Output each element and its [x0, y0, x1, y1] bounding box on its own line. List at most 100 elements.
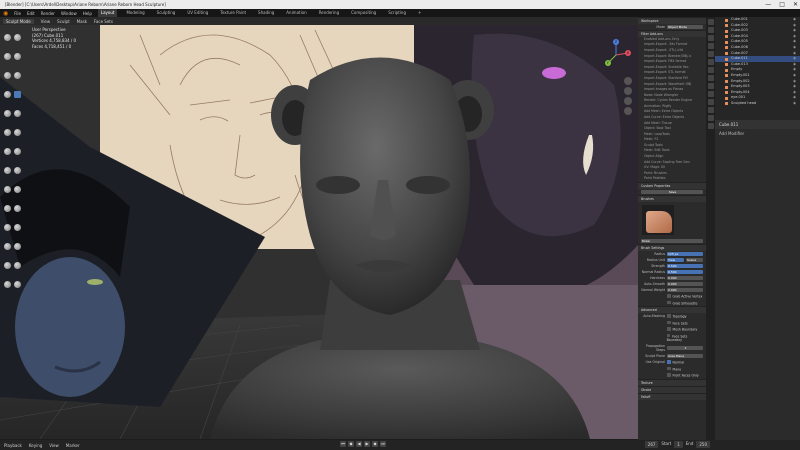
timeline-menu-view[interactable]: View: [49, 443, 59, 448]
sculpt-tool-icon[interactable]: [13, 52, 21, 60]
sculpt-tool-icon[interactable]: [3, 261, 11, 269]
tab-scripting[interactable]: Scripting: [385, 9, 409, 17]
radius-unit-scene[interactable]: Scene: [686, 258, 703, 263]
sculpt-tool-icon[interactable]: [3, 109, 11, 117]
modifier-icon[interactable]: [707, 75, 714, 81]
radius-field[interactable]: 125 px: [667, 252, 703, 257]
sculpt-tool-icon[interactable]: [3, 185, 11, 193]
start-frame-field[interactable]: 1: [674, 441, 683, 448]
texture-icon[interactable]: [707, 123, 714, 129]
view-layer-icon[interactable]: [707, 43, 714, 49]
menu-edit[interactable]: Edit: [27, 11, 35, 16]
zoom-icon[interactable]: [624, 77, 632, 85]
sculpt-tool-icon[interactable]: [3, 52, 11, 60]
camera-icon[interactable]: [624, 97, 632, 105]
timeline-menu-playback[interactable]: Playback: [4, 443, 22, 448]
mode-selector[interactable]: Sculpt Mode: [3, 18, 34, 24]
brush-settings-header[interactable]: Brush Settings: [638, 244, 706, 252]
radius-unit-view[interactable]: View: [667, 258, 684, 263]
sculpt-tool-icon[interactable]: [13, 185, 21, 193]
visibility-eye-icon[interactable]: ◉: [793, 101, 796, 107]
filter-addons-header[interactable]: Filter Add-ons: [638, 30, 706, 37]
header-menu-mask[interactable]: Mask: [77, 19, 87, 24]
advanced-header[interactable]: Advanced: [638, 306, 706, 314]
jump-end-icon[interactable]: ⏭: [380, 441, 386, 447]
tab-uv-editing[interactable]: UV Editing: [184, 9, 211, 17]
sculpted-head-mesh[interactable]: [200, 40, 620, 439]
sculpt-tool-icon[interactable]: [13, 242, 21, 250]
blender-logo-icon[interactable]: ◉: [3, 10, 8, 17]
normal-weight-field[interactable]: 0.000: [667, 288, 703, 293]
sculpt-tool-icon[interactable]: [3, 71, 11, 79]
face-sets-checkbox[interactable]: [667, 320, 671, 325]
grid-icon[interactable]: [624, 107, 632, 115]
tab-rendering[interactable]: Rendering: [316, 9, 342, 17]
brush-preview[interactable]: [642, 205, 674, 236]
menu-file[interactable]: File: [14, 11, 21, 16]
sculpt-tool-icon[interactable]: [3, 223, 11, 231]
outliner-row[interactable]: Sculpted head ◉: [715, 101, 800, 107]
header-menu-view[interactable]: View: [41, 19, 51, 24]
tool-icon[interactable]: [707, 19, 714, 25]
falloff-header[interactable]: Falloff: [638, 392, 706, 400]
sculpt-tool-icon[interactable]: [3, 280, 11, 288]
tab-animation[interactable]: Animation: [283, 9, 309, 17]
custom-properties-header[interactable]: Custom Properties: [638, 182, 706, 190]
save-button[interactable]: Save: [641, 190, 703, 195]
sculpt-tool-icon[interactable]: [3, 147, 11, 155]
sculpt-tool-icon[interactable]: [13, 223, 21, 231]
minimize-button[interactable]: —: [765, 0, 771, 9]
sculpt-tool-icon[interactable]: [13, 128, 21, 136]
stroke-header[interactable]: Stroke: [638, 385, 706, 393]
object-icon[interactable]: [707, 67, 714, 73]
play-icon[interactable]: ▶: [364, 441, 370, 447]
tab-compositing[interactable]: Compositing: [348, 9, 379, 17]
grab-silhouette-checkbox[interactable]: [667, 300, 671, 305]
render-icon[interactable]: [707, 27, 714, 33]
maximize-button[interactable]: □: [779, 0, 785, 9]
brushes-header[interactable]: Brushes: [638, 195, 706, 203]
object-name-field[interactable]: Cube.011: [715, 120, 800, 129]
normal-radius-field[interactable]: 0.500: [667, 270, 703, 275]
sculpt-tool-icon[interactable]: [13, 166, 21, 174]
use-original-normal-checkbox[interactable]: [667, 360, 671, 364]
physics-icon[interactable]: [707, 91, 714, 97]
brush-name-field[interactable]: Draw: [641, 239, 703, 244]
tab-modeling[interactable]: Modeling: [123, 9, 147, 17]
sculpt-tool-icon[interactable]: [3, 242, 11, 250]
close-button[interactable]: ✕: [793, 0, 798, 9]
sculpt-tool-icon[interactable]: [13, 261, 21, 269]
timeline-menu-keying[interactable]: Keying: [29, 443, 42, 448]
current-frame-field[interactable]: 267: [644, 441, 659, 448]
sculpt-tool-icon[interactable]: [3, 128, 11, 136]
tab-texture-paint[interactable]: Texture Paint: [217, 9, 249, 17]
constraints-icon[interactable]: [707, 99, 714, 105]
data-icon[interactable]: [707, 107, 714, 113]
sculpt-tool-icon[interactable]: [3, 166, 11, 174]
header-menu-face-sets[interactable]: Face Sets: [94, 19, 113, 24]
strength-field[interactable]: 0.500: [667, 264, 703, 269]
next-key-icon[interactable]: ◆: [372, 441, 378, 447]
header-menu-sculpt[interactable]: Sculpt: [57, 19, 70, 24]
play-reverse-icon[interactable]: ◀: [356, 441, 362, 447]
face-sets-boundary-checkbox[interactable]: [666, 333, 671, 338]
grab-active-vertex-checkbox[interactable]: [667, 294, 671, 298]
navigation-gizmo[interactable]: X Y Z: [600, 37, 632, 73]
mesh-boundary-checkbox[interactable]: [667, 327, 671, 331]
propagation-steps-field[interactable]: 1: [667, 346, 703, 351]
sculpt-tool-icon[interactable]: [13, 204, 21, 212]
world-icon[interactable]: [707, 59, 714, 65]
prev-key-icon[interactable]: ◆: [348, 441, 354, 447]
add-modifier-button[interactable]: Add Modifier: [715, 129, 800, 138]
particles-icon[interactable]: [707, 83, 714, 89]
tab-shading[interactable]: Shading: [255, 9, 277, 17]
sculpt-tool-icon[interactable]: [13, 33, 21, 41]
sculpt-tool-icon[interactable]: [13, 71, 21, 79]
sculpt-plane-dropdown[interactable]: Area Plane: [667, 354, 703, 359]
output-icon[interactable]: [707, 35, 714, 41]
jump-start-icon[interactable]: ⏮: [340, 441, 346, 447]
auto-smooth-field[interactable]: 0.000: [667, 282, 703, 287]
tab-layout[interactable]: Layout: [97, 9, 118, 17]
topology-checkbox[interactable]: [667, 314, 671, 318]
scene-icon[interactable]: [707, 51, 714, 57]
